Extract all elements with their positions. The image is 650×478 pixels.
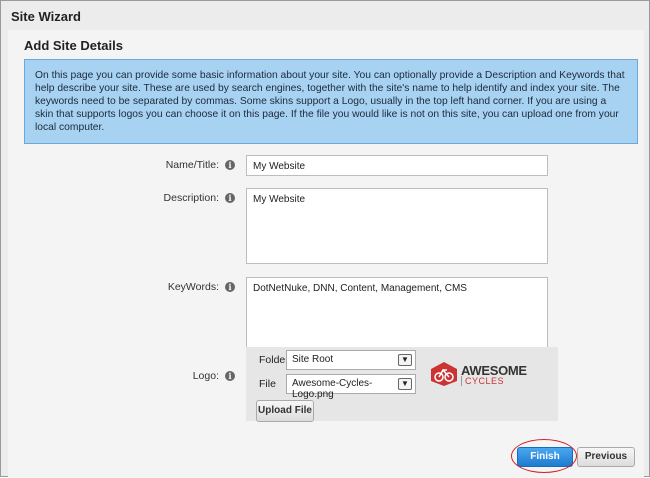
description-label: Description:	[163, 192, 219, 204]
keywords-label: KeyWords:	[167, 281, 219, 293]
bicycle-logo-icon	[431, 362, 457, 386]
section-title: Add Site Details	[24, 38, 123, 53]
logo-subtitle: CYCLES	[465, 376, 505, 386]
site-wizard-window: Site Wizard Add Site Details On this pag…	[0, 0, 650, 478]
finish-highlight-ring	[511, 439, 577, 473]
description-textarea[interactable]: My Website	[246, 188, 548, 264]
name-info-icon[interactable]: i	[225, 160, 235, 170]
folder-select[interactable]: Site Root ▼	[286, 350, 416, 370]
info-message: On this page you can provide some basic …	[24, 59, 638, 144]
folder-label: Folder	[259, 354, 289, 366]
logo-info-icon[interactable]: i	[225, 371, 235, 381]
chevron-down-icon[interactable]: ▼	[398, 378, 412, 390]
name-input[interactable]: My Website	[246, 155, 548, 176]
chevron-down-icon[interactable]: ▼	[398, 354, 412, 366]
folder-select-value: Site Root	[292, 354, 334, 365]
wizard-title: Site Wizard	[11, 9, 81, 24]
name-label: Name/Title:	[165, 159, 219, 171]
logo-label: Logo:	[192, 370, 219, 382]
logo-preview: AWESOME CYCLES	[429, 361, 529, 389]
keywords-textarea[interactable]: DotNetNuke, DNN, Content, Management, CM…	[246, 277, 548, 353]
description-info-icon[interactable]: i	[225, 193, 235, 203]
logo-divider	[461, 376, 462, 386]
keywords-info-icon[interactable]: i	[225, 282, 235, 292]
file-select[interactable]: Awesome-Cycles-Logo.png ▼	[286, 374, 416, 400]
file-label: File	[259, 378, 276, 390]
previous-button[interactable]: Previous	[577, 447, 635, 467]
upload-file-button[interactable]: Upload File	[256, 400, 314, 422]
